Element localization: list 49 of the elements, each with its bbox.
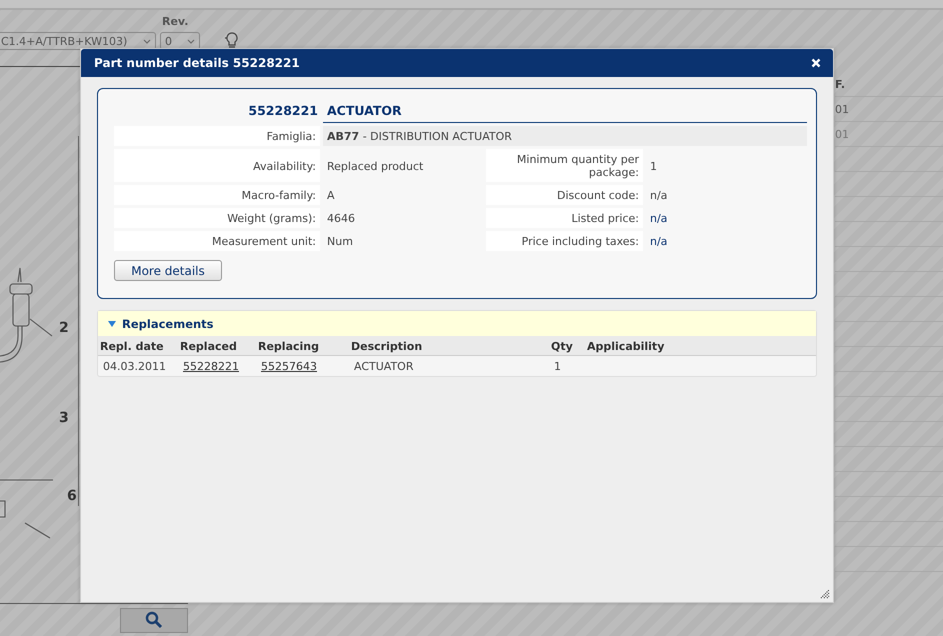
search-icon bbox=[145, 611, 163, 629]
field-value: n/a bbox=[649, 234, 668, 250]
section-header[interactable]: Replacements bbox=[98, 311, 816, 336]
field-value: 1 bbox=[649, 158, 658, 174]
more-details-button[interactable]: More details bbox=[114, 260, 222, 281]
dialog-title: Part number details 55228221 bbox=[94, 56, 300, 70]
chevron-icon bbox=[143, 38, 151, 44]
search-button[interactable] bbox=[120, 608, 188, 632]
field-label: Availability: bbox=[114, 149, 320, 182]
table-cell: 1 bbox=[549, 356, 585, 376]
field-value: n/a bbox=[649, 188, 668, 204]
column-header: Applicability bbox=[585, 336, 816, 356]
rev-label: Rev. bbox=[161, 15, 190, 28]
part-name: ACTUATOR bbox=[323, 103, 807, 123]
resize-grip-icon[interactable] bbox=[820, 589, 830, 599]
column-header: Replaced bbox=[178, 336, 256, 356]
field-value: AB77 - DISTRIBUTION ACTUATOR bbox=[323, 126, 807, 146]
part-link[interactable]: 55228221 bbox=[183, 360, 239, 372]
field-value: n/a bbox=[649, 211, 668, 227]
field-label: Discount code: bbox=[486, 185, 643, 205]
table-cell: 01 bbox=[835, 128, 849, 140]
close-icon[interactable] bbox=[811, 58, 821, 68]
field-label: Listed price: bbox=[486, 208, 643, 228]
field-value: 4646 bbox=[326, 211, 356, 227]
field-value: Num bbox=[326, 234, 354, 250]
field-label: Minimum quantity per package: bbox=[486, 149, 643, 182]
field-label: Weight (grams): bbox=[114, 208, 320, 228]
callout-number: 6 bbox=[67, 488, 77, 504]
field-label: Macro-family: bbox=[114, 185, 320, 205]
column-header: Qty bbox=[549, 336, 585, 356]
table-cell: 04.03.2011 bbox=[98, 356, 178, 376]
lightbulb-icon[interactable] bbox=[224, 32, 240, 50]
part-link[interactable]: 55257643 bbox=[261, 360, 317, 372]
field-label: Famiglia: bbox=[114, 126, 320, 146]
part-number: 55228221 bbox=[247, 103, 319, 120]
callout-number: 2 bbox=[59, 320, 69, 336]
field-value: A bbox=[326, 188, 336, 204]
field-label: Price including taxes: bbox=[486, 231, 643, 251]
table-cell: ACTUATOR bbox=[349, 356, 549, 376]
triangle-icon bbox=[108, 320, 116, 326]
chevron-icon bbox=[187, 38, 195, 44]
column-header: F. bbox=[835, 78, 846, 90]
column-header: Description bbox=[349, 336, 549, 356]
column-header: Replacing bbox=[256, 336, 349, 356]
field-label: Measurement unit: bbox=[114, 231, 320, 251]
table-cell: 01 bbox=[835, 102, 849, 116]
column-header: Repl. date bbox=[98, 336, 178, 356]
field-value: Replaced product bbox=[326, 158, 424, 174]
callout-number: 3 bbox=[59, 410, 69, 426]
